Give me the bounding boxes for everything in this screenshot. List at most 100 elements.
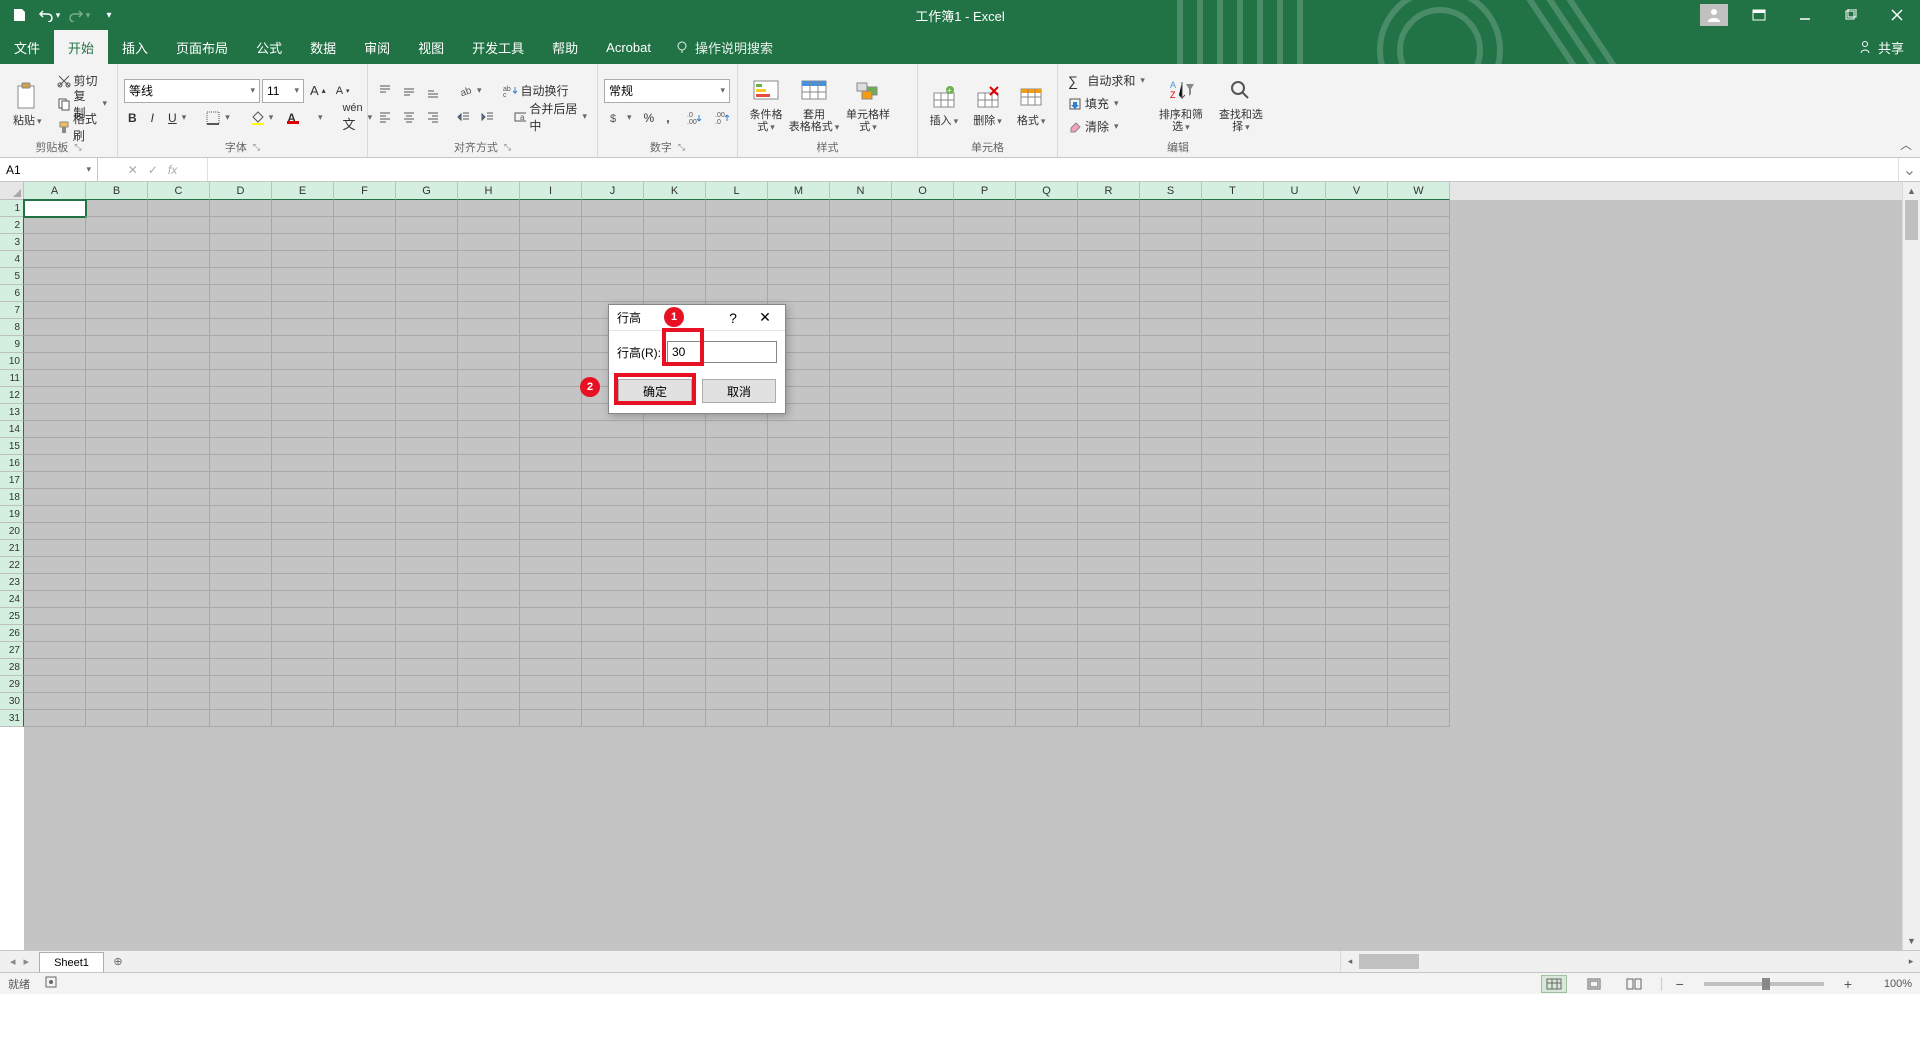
column-header[interactable]: V (1326, 182, 1388, 200)
comma-button[interactable]: , (662, 107, 673, 129)
expand-formula-bar-icon[interactable]: ⌄ (1898, 158, 1920, 181)
column-header[interactable]: T (1202, 182, 1264, 200)
sheet-nav-next-icon[interactable]: ▸ (24, 955, 30, 968)
tell-me-search[interactable]: 操作说明搜索 (665, 30, 783, 64)
tab-data[interactable]: 数据 (296, 30, 350, 64)
wrap-text-button[interactable]: abc自动换行 (498, 80, 573, 102)
delete-cells-button[interactable]: 删除▾ (968, 71, 1008, 137)
ok-button[interactable]: 确定 (618, 379, 692, 403)
page-break-view-button[interactable] (1621, 975, 1647, 993)
align-top-button[interactable] (374, 80, 396, 102)
decrease-font-button[interactable]: A▾ (332, 80, 354, 102)
cell-styles-button[interactable]: 单元格样式▾ (840, 71, 896, 137)
row-header[interactable]: 11 (0, 370, 24, 387)
collapse-ribbon-icon[interactable]: ︿ (1900, 136, 1912, 153)
increase-decimal-button[interactable]: .0.00 (682, 107, 706, 129)
tab-acrobat[interactable]: Acrobat (592, 30, 665, 64)
row-header[interactable]: 26 (0, 625, 24, 642)
column-header[interactable]: A (24, 182, 86, 200)
row-header[interactable]: 20 (0, 523, 24, 540)
row-header[interactable]: 7 (0, 302, 24, 319)
format-painter-button[interactable]: 格式刷 (53, 116, 111, 138)
column-header[interactable]: D (210, 182, 272, 200)
cells-area[interactable] (24, 200, 1902, 950)
column-header[interactable]: G (396, 182, 458, 200)
row-header[interactable]: 21 (0, 540, 24, 557)
row-header[interactable]: 25 (0, 608, 24, 625)
zoom-in-button[interactable]: + (1844, 976, 1852, 992)
row-header[interactable]: 14 (0, 421, 24, 438)
undo-icon[interactable]: ▾ (36, 2, 62, 28)
vertical-scrollbar[interactable]: ▲ ▼ (1902, 182, 1920, 950)
autosum-button[interactable]: ∑ 自动求和▾ (1064, 70, 1149, 92)
font-color-button[interactable]: A▾ (283, 107, 326, 129)
column-header[interactable]: L (706, 182, 768, 200)
paste-button[interactable]: 粘贴▾ (6, 71, 49, 137)
zoom-slider[interactable] (1704, 982, 1824, 986)
column-header[interactable]: B (86, 182, 148, 200)
sort-filter-button[interactable]: AZ排序和筛选▾ (1153, 71, 1209, 137)
increase-font-button[interactable]: A▴ (306, 80, 330, 102)
row-header[interactable]: 4 (0, 251, 24, 268)
dialog-close-button[interactable]: ✕ (753, 306, 777, 330)
insert-cells-button[interactable]: +插入▾ (924, 71, 964, 137)
qat-customize-icon[interactable]: ▾ (96, 2, 122, 28)
column-header[interactable]: M (768, 182, 830, 200)
table-format-button[interactable]: 套用 表格格式▾ (792, 71, 836, 137)
row-header[interactable]: 8 (0, 319, 24, 336)
row-header[interactable]: 3 (0, 234, 24, 251)
column-header[interactable]: P (954, 182, 1016, 200)
tab-view[interactable]: 视图 (404, 30, 458, 64)
increase-indent-button[interactable] (477, 106, 499, 128)
add-sheet-button[interactable]: ⊕ (104, 951, 132, 972)
tab-dev[interactable]: 开发工具 (458, 30, 538, 64)
border-button[interactable]: ▾ (202, 107, 234, 129)
tab-help[interactable]: 帮助 (538, 30, 592, 64)
user-avatar[interactable] (1700, 4, 1728, 26)
column-header[interactable]: C (148, 182, 210, 200)
decrease-indent-button[interactable] (453, 106, 475, 128)
row-header[interactable]: 19 (0, 506, 24, 523)
row-header[interactable]: 2 (0, 217, 24, 234)
orientation-button[interactable]: ab▾ (454, 80, 486, 102)
row-header[interactable]: 30 (0, 693, 24, 710)
row-header[interactable]: 17 (0, 472, 24, 489)
page-layout-view-button[interactable] (1581, 975, 1607, 993)
font-name-select[interactable]: 等线▾ (124, 79, 260, 103)
row-header[interactable]: 5 (0, 268, 24, 285)
align-right-button[interactable] (422, 106, 444, 128)
column-header[interactable]: K (644, 182, 706, 200)
column-header[interactable]: U (1264, 182, 1326, 200)
row-header[interactable]: 22 (0, 557, 24, 574)
row-header[interactable]: 9 (0, 336, 24, 353)
fx-icon[interactable]: fx (168, 163, 177, 177)
row-header[interactable]: 29 (0, 676, 24, 693)
formula-input[interactable] (208, 158, 1898, 181)
cancel-formula-icon[interactable]: ✕ (128, 163, 138, 177)
clipboard-launcher-icon[interactable]: ⤡ (74, 142, 81, 153)
tab-formulas[interactable]: 公式 (242, 30, 296, 64)
merge-center-button[interactable]: a合并后居中▾ (510, 106, 591, 128)
maximize-icon[interactable] (1828, 0, 1874, 30)
dialog-help-button[interactable]: ? (721, 306, 745, 330)
font-launcher-icon[interactable]: ⤡ (253, 142, 260, 153)
sheet-tab-active[interactable]: Sheet1 (39, 952, 104, 972)
column-header[interactable]: H (458, 182, 520, 200)
cancel-button[interactable]: 取消 (702, 379, 776, 403)
align-center-button[interactable] (398, 106, 420, 128)
horizontal-scrollbar[interactable]: ◂ ▸ (1340, 951, 1920, 972)
format-cells-button[interactable]: 格式▾ (1011, 71, 1051, 137)
name-box[interactable]: A1▾ (0, 158, 98, 181)
number-launcher-icon[interactable]: ⤡ (678, 142, 685, 153)
tab-file[interactable]: 文件 (0, 30, 54, 64)
share-button[interactable]: 共享 (1842, 30, 1920, 64)
column-header[interactable]: I (520, 182, 582, 200)
normal-view-button[interactable] (1541, 975, 1567, 993)
number-format-select[interactable]: 常规▾ (604, 79, 730, 103)
minimize-icon[interactable] (1782, 0, 1828, 30)
column-header[interactable]: R (1078, 182, 1140, 200)
row-header[interactable]: 15 (0, 438, 24, 455)
sheet-nav-prev-icon[interactable]: ◂ (10, 955, 16, 968)
scroll-thumb[interactable] (1905, 200, 1918, 240)
conditional-format-button[interactable]: 条件格式▾ (744, 71, 788, 137)
